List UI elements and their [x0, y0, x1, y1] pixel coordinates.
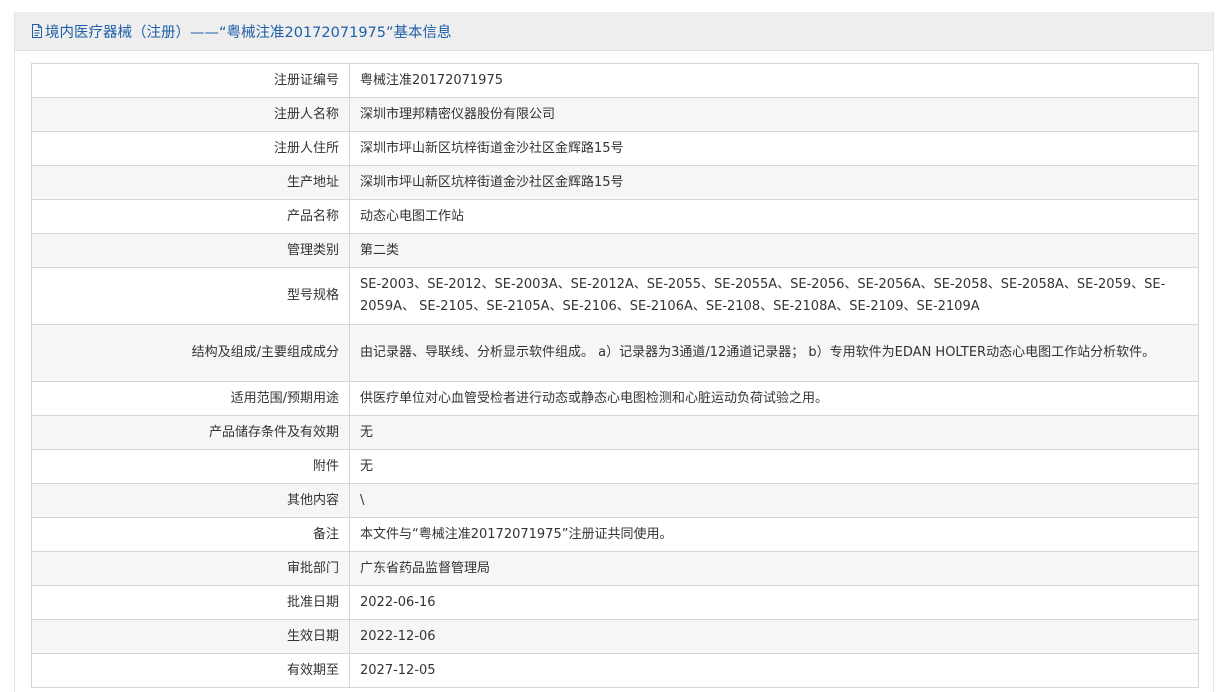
table-row: 结构及组成/主要组成成分 由记录器、导联线、分析显示软件组成。 a）记录器为3通… [31, 324, 1199, 382]
row-value: 广东省药品监督管理局 [349, 551, 1199, 586]
row-label: 备注 [31, 517, 350, 552]
row-value: 2022-06-16 [349, 585, 1199, 620]
row-label: 结构及组成/主要组成成分 [31, 324, 350, 382]
row-value: 2027-12-05 [349, 653, 1199, 688]
row-value: 2022-12-06 [349, 619, 1199, 654]
row-label: 其他内容 [31, 483, 350, 518]
row-value: 粤械注准20172071975 [349, 63, 1199, 98]
table-row: 产品名称 动态心电图工作站 [31, 199, 1199, 234]
table-row: 产品储存条件及有效期 无 [31, 415, 1199, 450]
table-row: 注册证编号 粤械注准20172071975 [31, 63, 1199, 98]
table-row: 注册人住所 深圳市坪山新区坑梓街道金沙社区金辉路15号 [31, 131, 1199, 166]
row-label: 有效期至 [31, 653, 350, 688]
table-row: 审批部门 广东省药品监督管理局 [31, 551, 1199, 586]
row-label: 附件 [31, 449, 350, 484]
row-value: 无 [349, 415, 1199, 450]
row-label: 产品名称 [31, 199, 350, 234]
table-row: 有效期至 2027-12-05 [31, 653, 1199, 688]
row-value: 本文件与“粤械注准20172071975”注册证共同使用。 [349, 517, 1199, 552]
row-value: 由记录器、导联线、分析显示软件组成。 a）记录器为3通道/12通道记录器； b）… [349, 324, 1199, 382]
table-row: 适用范围/预期用途 供医疗单位对心血管受检者进行动态或静态心电图检测和心脏运动负… [31, 381, 1199, 416]
row-label: 注册人住所 [31, 131, 350, 166]
row-label: 批准日期 [31, 585, 350, 620]
row-value: 无 [349, 449, 1199, 484]
row-label: 产品储存条件及有效期 [31, 415, 350, 450]
table-row: 批准日期 2022-06-16 [31, 585, 1199, 620]
panel-header: 境内医疗器械（注册）——“粤械注准20172071975”基本信息 [15, 12, 1213, 51]
row-value: SE-2003、SE-2012、SE-2003A、SE-2012A、SE-205… [349, 267, 1199, 325]
row-value: 供医疗单位对心血管受检者进行动态或静态心电图检测和心脏运动负荷试验之用。 [349, 381, 1199, 416]
row-value: 第二类 [349, 233, 1199, 268]
row-label: 管理类别 [31, 233, 350, 268]
table-row: 管理类别 第二类 [31, 233, 1199, 268]
row-value: 动态心电图工作站 [349, 199, 1199, 234]
row-label: 注册人名称 [31, 97, 350, 132]
table-row: 注册人名称 深圳市理邦精密仪器股份有限公司 [31, 97, 1199, 132]
table-row: 备注 本文件与“粤械注准20172071975”注册证共同使用。 [31, 517, 1199, 552]
info-table: 注册证编号 粤械注准20172071975 注册人名称 深圳市理邦精密仪器股份有… [31, 63, 1199, 688]
detail-panel: 境内医疗器械（注册）——“粤械注准20172071975”基本信息 注册证编号 … [14, 12, 1214, 692]
table-row: 附件 无 [31, 449, 1199, 484]
row-label: 注册证编号 [31, 63, 350, 98]
row-label: 适用范围/预期用途 [31, 381, 350, 416]
table-row: 型号规格 SE-2003、SE-2012、SE-2003A、SE-2012A、S… [31, 267, 1199, 325]
document-icon [31, 24, 43, 38]
table-row: 生效日期 2022-12-06 [31, 619, 1199, 654]
table-row: 生产地址 深圳市坪山新区坑梓街道金沙社区金辉路15号 [31, 165, 1199, 200]
table-row: 其他内容 \ [31, 483, 1199, 518]
row-label: 生产地址 [31, 165, 350, 200]
row-value: 深圳市理邦精密仪器股份有限公司 [349, 97, 1199, 132]
row-label: 审批部门 [31, 551, 350, 586]
row-label: 生效日期 [31, 619, 350, 654]
row-label: 型号规格 [31, 267, 350, 325]
row-value: \ [349, 483, 1199, 518]
row-value: 深圳市坪山新区坑梓街道金沙社区金辉路15号 [349, 131, 1199, 166]
row-value: 深圳市坪山新区坑梓街道金沙社区金辉路15号 [349, 165, 1199, 200]
page-title: 境内医疗器械（注册）——“粤械注准20172071975”基本信息 [45, 24, 452, 41]
